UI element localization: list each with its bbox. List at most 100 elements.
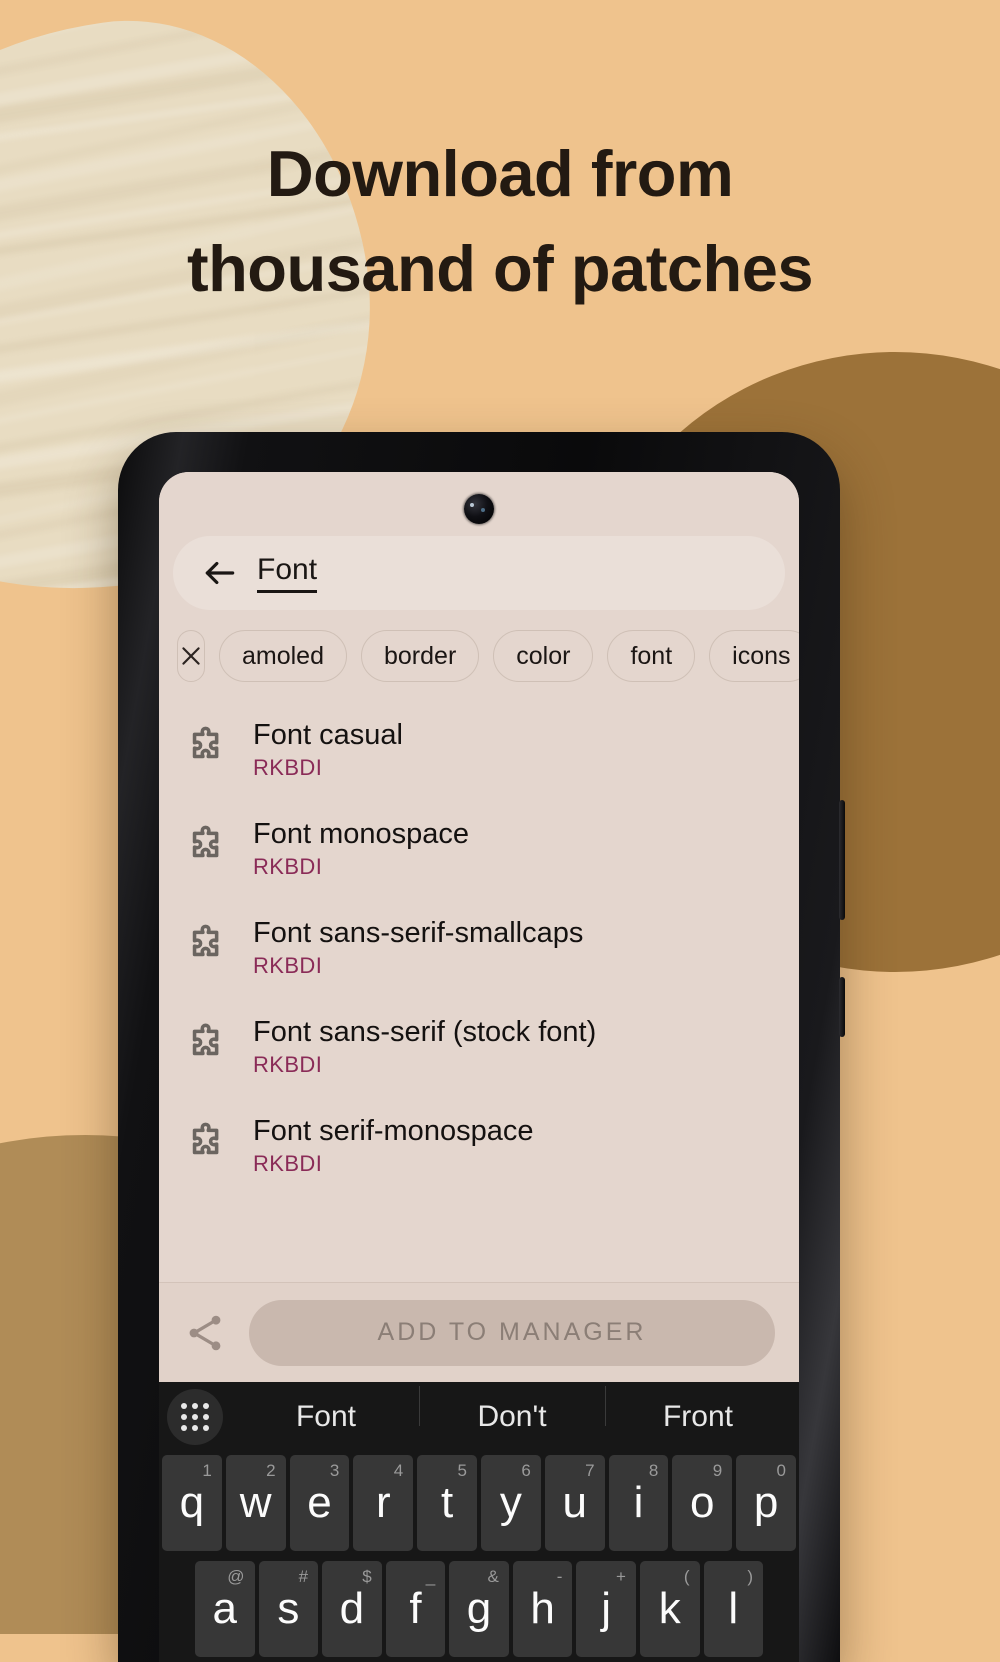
key-label: g: [466, 1584, 492, 1633]
key-label: i: [633, 1478, 644, 1527]
key-label: t: [440, 1478, 454, 1527]
on-screen-keyboard: Font Don't Front 1q 2w 3e 4r 5t 6y 7u 8i…: [159, 1382, 799, 1662]
key-label: r: [375, 1478, 391, 1527]
key-superscript: 5: [457, 1461, 467, 1480]
key-label: d: [339, 1584, 365, 1633]
phone-volume-button[interactable]: [839, 800, 845, 920]
table-row[interactable]: Font monospace RKBDI: [159, 799, 799, 898]
key-superscript: (: [683, 1567, 690, 1586]
table-row[interactable]: Font casual RKBDI: [159, 700, 799, 799]
search-input[interactable]: Font: [257, 553, 318, 593]
app-screen: Font amoled border color font icons Font…: [159, 472, 799, 1662]
headline-line-1: Download from: [266, 137, 734, 210]
key-label: w: [239, 1478, 272, 1527]
chip-font[interactable]: font: [607, 630, 696, 682]
key-h[interactable]: -h: [512, 1561, 573, 1657]
key-superscript: 0: [776, 1461, 786, 1480]
key-superscript: 3: [329, 1461, 340, 1480]
key-superscript: &: [487, 1567, 499, 1586]
patch-title: Font serif-monospace: [253, 1115, 534, 1147]
phone-power-button[interactable]: [839, 977, 845, 1037]
key-label: k: [658, 1584, 681, 1633]
patch-list: Font casual RKBDI Font monospace RKBDI F…: [159, 696, 799, 1282]
search-bar[interactable]: Font: [173, 536, 785, 610]
phone-mockup: Font amoled border color font icons Font…: [118, 432, 845, 1662]
key-f[interactable]: _ f: [385, 1561, 446, 1657]
key-superscript: 1: [202, 1461, 212, 1480]
chip-border[interactable]: border: [361, 630, 480, 682]
chip-amoled[interactable]: amoled: [219, 630, 347, 682]
arrow-left-icon[interactable]: [201, 554, 239, 592]
key-superscript: 4: [393, 1461, 404, 1480]
table-row[interactable]: Font sans-serif-smallcaps RKBDI: [159, 898, 799, 997]
patch-title: Font sans-serif-smallcaps: [253, 917, 584, 949]
key-label: q: [179, 1478, 205, 1527]
key-label: a: [212, 1584, 238, 1633]
add-to-manager-button[interactable]: ADD TO MANAGER: [249, 1299, 775, 1366]
key-o[interactable]: 9o: [672, 1455, 733, 1551]
key-g[interactable]: & g: [449, 1561, 509, 1657]
patch-author: RKBDI: [253, 854, 323, 879]
table-row[interactable]: Font serif-monospace RKBDI: [159, 1096, 799, 1195]
key-superscript: 6: [521, 1461, 531, 1480]
suggestion-2[interactable]: Don't: [419, 1386, 605, 1434]
patch-title: Font sans-serif (stock font): [253, 1016, 597, 1048]
share-icon[interactable]: [183, 1311, 227, 1355]
suggestion-3[interactable]: Front: [605, 1386, 791, 1434]
key-k[interactable]: (k: [639, 1561, 700, 1657]
key-superscript: $: [362, 1567, 372, 1586]
patch-author: RKBDI: [253, 1151, 323, 1176]
key-superscript: _: [425, 1567, 436, 1586]
key-i[interactable]: 8i: [608, 1455, 669, 1551]
key-u[interactable]: 7u: [544, 1455, 605, 1551]
key-a[interactable]: @ a: [195, 1561, 255, 1657]
chip-icons[interactable]: icons: [709, 630, 799, 682]
key-superscript: +: [616, 1567, 626, 1586]
key-r[interactable]: 4r: [353, 1455, 414, 1551]
chip-color[interactable]: color: [493, 630, 594, 682]
key-l[interactable]: ) l: [703, 1561, 764, 1657]
puzzle-piece-icon: [181, 923, 231, 973]
key-s[interactable]: # s: [258, 1561, 319, 1657]
key-j[interactable]: + j: [576, 1561, 636, 1657]
chip-clear-filters[interactable]: [177, 630, 205, 682]
bottom-action-bar: ADD TO MANAGER: [159, 1282, 799, 1382]
key-label: y: [499, 1478, 522, 1527]
phone-screen-area: Font amoled border color font icons Font…: [159, 472, 799, 1662]
key-superscript: #: [298, 1567, 309, 1586]
patch-title: Font monospace: [253, 818, 470, 850]
keyboard-row-1: 1q 2w 3e 4r 5t 6y 7u 8i 9o 0p: [159, 1450, 799, 1556]
key-superscript: 8: [648, 1461, 659, 1480]
key-d[interactable]: $ d: [322, 1561, 382, 1657]
page-headline: Download from thousand of patches: [0, 126, 1000, 316]
puzzle-piece-icon: [181, 1022, 231, 1072]
camera-glint-secondary: [481, 508, 485, 512]
key-e[interactable]: 3e: [289, 1455, 350, 1551]
key-superscript: 2: [266, 1461, 276, 1480]
key-label: f: [409, 1584, 422, 1633]
patch-author: RKBDI: [253, 1052, 323, 1077]
key-label: p: [753, 1478, 779, 1527]
key-t[interactable]: 5t: [417, 1455, 477, 1551]
key-p[interactable]: 0p: [736, 1455, 796, 1551]
keyboard-suggestion-strip: Font Don't Front: [159, 1384, 799, 1450]
key-superscript: -: [556, 1567, 563, 1586]
puzzle-piece-icon: [181, 824, 231, 874]
key-q[interactable]: 1q: [162, 1455, 222, 1551]
filter-chip-row: amoled border color font icons: [159, 610, 799, 696]
front-camera-punchhole: [464, 494, 494, 524]
key-w[interactable]: 2w: [225, 1455, 286, 1551]
key-label: o: [690, 1478, 715, 1527]
key-label: u: [562, 1478, 587, 1527]
key-superscript: @: [227, 1567, 245, 1586]
key-label: j: [601, 1584, 612, 1633]
patch-title: Font casual: [253, 719, 403, 751]
key-y[interactable]: 6y: [480, 1455, 541, 1551]
table-row[interactable]: Font sans-serif (stock font) RKBDI: [159, 997, 799, 1096]
suggestion-1[interactable]: Font: [233, 1400, 419, 1434]
key-superscript: ): [747, 1567, 754, 1586]
puzzle-piece-icon: [181, 725, 231, 775]
key-label: h: [530, 1584, 555, 1633]
patch-author: RKBDI: [253, 953, 323, 978]
keyboard-grid-icon[interactable]: [167, 1389, 223, 1445]
